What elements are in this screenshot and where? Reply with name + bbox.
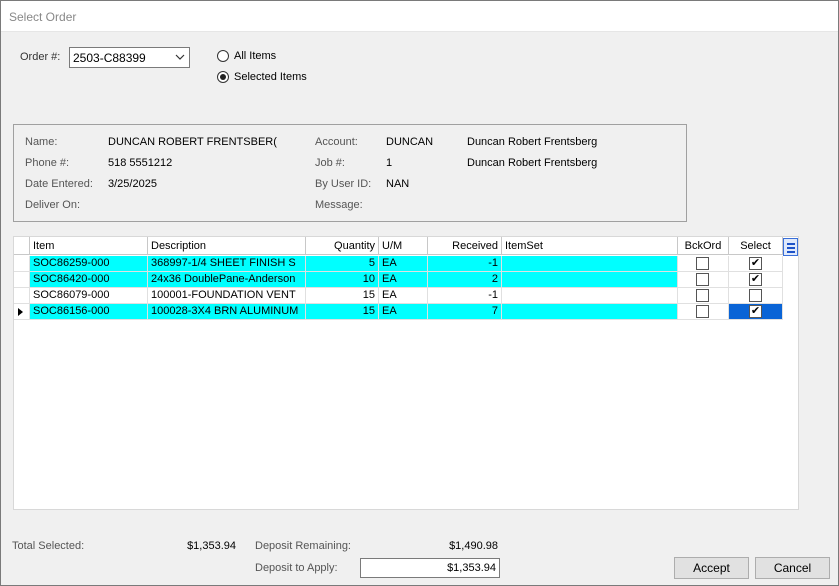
received-cell[interactable]: 2: [428, 272, 502, 288]
cancel-button[interactable]: Cancel: [755, 557, 830, 579]
column-header-um[interactable]: U/M: [379, 237, 428, 255]
row-header-corner: [14, 237, 30, 255]
bckord-cell: [678, 304, 729, 320]
column-header-description[interactable]: Description: [148, 237, 306, 255]
column-header-quantity[interactable]: Quantity: [306, 237, 379, 255]
select-order-window: Select Order Order #: 2503-C88399 All It…: [0, 0, 839, 586]
bckord-cell: [678, 256, 729, 272]
column-header-itemset[interactable]: ItemSet: [502, 237, 678, 255]
um-cell[interactable]: EA: [379, 272, 428, 288]
selected-items-radio[interactable]: [217, 71, 229, 83]
phone-value: 518 5551212: [108, 157, 173, 169]
description-cell[interactable]: 100028-3X4 BRN ALUMINUM: [148, 304, 306, 320]
title-bar: Select Order: [1, 1, 838, 32]
by-user-value: NAN: [386, 178, 410, 190]
item-cell[interactable]: SOC86156-000: [30, 304, 148, 320]
name-value: DUNCAN ROBERT FRENTSBER(: [108, 136, 277, 148]
order-items-grid[interactable]: Item Description Quantity U/M Received I…: [13, 236, 799, 510]
order-select[interactable]: 2503-C88399: [69, 47, 190, 68]
deliver-on-label: Deliver On:: [25, 199, 81, 211]
table-row[interactable]: SOC86420-000 24x36 DoublePane-Anderson 10 E…: [14, 272, 783, 288]
row-header[interactable]: [14, 256, 30, 272]
itemset-cell[interactable]: [502, 272, 678, 288]
column-header-bckord[interactable]: BckOrd: [678, 237, 729, 255]
column-chooser-menu-icon[interactable]: [783, 238, 798, 256]
bckord-cell: [678, 288, 729, 304]
total-selected-value: $1,353.94: [187, 540, 236, 552]
select-cell: [729, 288, 783, 304]
bckord-checkbox[interactable]: [696, 305, 709, 318]
deposit-remaining-label: Deposit Remaining:: [255, 540, 351, 552]
all-items-label[interactable]: All Items: [234, 50, 276, 62]
message-label: Message:: [315, 199, 363, 211]
description-cell[interactable]: 368997-1/4 SHEET FINISH S: [148, 256, 306, 272]
table-row[interactable]: SOC86156-000 100028-3X4 BRN ALUMINUM 15 EA 7…: [14, 304, 783, 320]
um-cell[interactable]: EA: [379, 256, 428, 272]
deposit-to-apply-input[interactable]: $1,353.94: [360, 558, 500, 578]
select-cell: ✔: [729, 256, 783, 272]
select-checkbox[interactable]: [749, 289, 762, 302]
row-header[interactable]: [14, 304, 30, 320]
job-value: 1: [386, 157, 393, 169]
quantity-cell[interactable]: 15: [306, 288, 379, 304]
order-select-value: 2503-C88399: [73, 51, 146, 65]
received-cell[interactable]: -1: [428, 256, 502, 272]
table-row[interactable]: SOC86259-000 368997-1/4 SHEET FINISH S 5 EA…: [14, 256, 783, 272]
table-row[interactable]: SOC86079-000 100001-FOUNDATION VENT 15 EA -1: [14, 288, 783, 304]
date-entered-value: 3/25/2025: [108, 178, 157, 190]
received-cell[interactable]: 7: [428, 304, 502, 320]
select-cell: ✔: [729, 272, 783, 288]
bckord-checkbox[interactable]: [696, 257, 709, 270]
select-checkbox[interactable]: ✔: [749, 257, 762, 270]
job-name: Duncan Robert Frentsberg: [467, 157, 598, 169]
by-user-label: By User ID:: [315, 178, 372, 190]
um-cell[interactable]: EA: [379, 288, 428, 304]
account-value: DUNCAN: [386, 136, 434, 148]
current-row-arrow-icon: [18, 308, 23, 316]
accept-button[interactable]: Accept: [674, 557, 749, 579]
column-header-item[interactable]: Item: [30, 237, 148, 255]
account-label: Account:: [315, 136, 358, 148]
bckord-checkbox[interactable]: [696, 289, 709, 302]
chevron-down-icon: [175, 54, 185, 60]
deposit-to-apply-label: Deposit to Apply:: [255, 562, 338, 574]
select-cell: ✔: [729, 304, 783, 320]
quantity-cell[interactable]: 5: [306, 256, 379, 272]
deposit-remaining-value: $1,490.98: [449, 540, 498, 552]
itemset-cell[interactable]: [502, 256, 678, 272]
bckord-cell: [678, 272, 729, 288]
name-label: Name:: [25, 136, 58, 148]
bckord-checkbox[interactable]: [696, 273, 709, 286]
item-cell[interactable]: SOC86079-000: [30, 288, 148, 304]
select-checkbox[interactable]: ✔: [749, 273, 762, 286]
item-cell[interactable]: SOC86259-000: [30, 256, 148, 272]
description-cell[interactable]: 100001-FOUNDATION VENT: [148, 288, 306, 304]
window-title: Select Order: [9, 10, 77, 24]
order-label: Order #:: [20, 51, 61, 63]
grid-header: Item Description Quantity U/M Received I…: [14, 237, 783, 255]
row-header[interactable]: [14, 272, 30, 288]
phone-label: Phone #:: [25, 157, 70, 169]
select-checkbox[interactable]: ✔: [749, 305, 762, 318]
account-name: Duncan Robert Frentsberg: [467, 136, 598, 148]
item-cell[interactable]: SOC86420-000: [30, 272, 148, 288]
received-cell[interactable]: -1: [428, 288, 502, 304]
total-selected-label: Total Selected:: [12, 540, 85, 552]
quantity-cell[interactable]: 10: [306, 272, 379, 288]
column-header-select[interactable]: Select: [729, 237, 783, 255]
row-header[interactable]: [14, 288, 30, 304]
quantity-cell[interactable]: 15: [306, 304, 379, 320]
column-header-received[interactable]: Received: [428, 237, 502, 255]
job-label: Job #:: [315, 157, 345, 169]
um-cell[interactable]: EA: [379, 304, 428, 320]
all-items-radio[interactable]: [217, 50, 229, 62]
description-cell[interactable]: 24x36 DoublePane-Anderson: [148, 272, 306, 288]
date-entered-label: Date Entered:: [25, 178, 93, 190]
itemset-cell[interactable]: [502, 304, 678, 320]
itemset-cell[interactable]: [502, 288, 678, 304]
selected-items-label[interactable]: Selected Items: [234, 71, 307, 83]
